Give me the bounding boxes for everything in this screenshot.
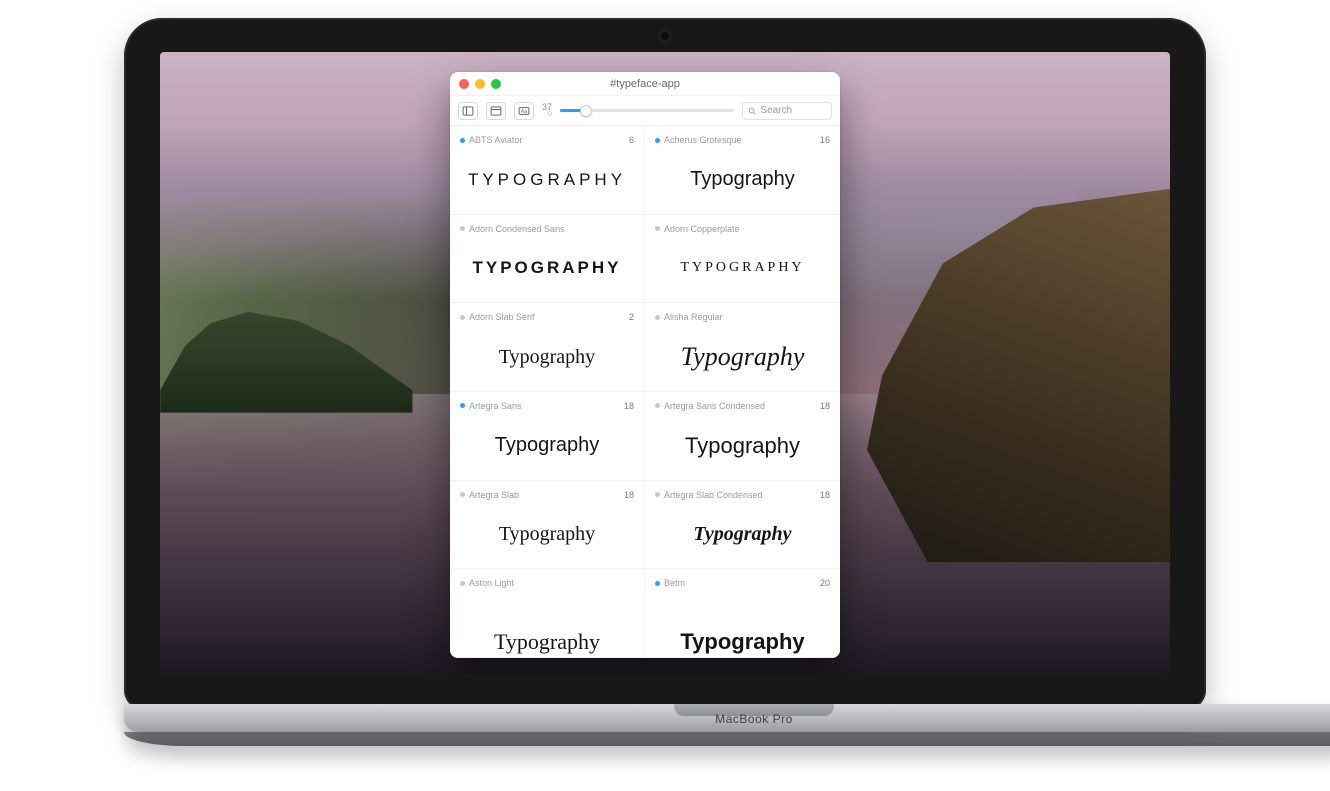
font-name-label: Adorn Copperplate (664, 224, 740, 234)
tag-dot (655, 492, 660, 497)
font-cell[interactable]: ABTS Aviator 6TYPOGRAPHY (450, 126, 645, 215)
laptop-hinge: MacBook Pro (124, 704, 1330, 732)
font-cell[interactable]: Adorn CopperplateTYPOGRAPHY (645, 215, 840, 304)
window-title: #typeface-app (450, 78, 840, 90)
desktop-wallpaper: #typeface-app Aa 37 (160, 52, 1170, 674)
tag-dot (655, 581, 660, 586)
font-preview: Typography (460, 323, 634, 391)
font-count-label: 6 (629, 135, 634, 145)
tag-dot (655, 315, 660, 320)
font-preview: Typography (655, 412, 830, 480)
font-preview: Typography (655, 501, 830, 569)
toolbar: Aa 37 0 (450, 96, 840, 126)
tag-dot (655, 403, 660, 408)
font-name-label: Artegra Sans Condensed (664, 401, 765, 411)
font-name-label: Alisha Regular (664, 312, 723, 322)
laptop-foot (124, 732, 1330, 746)
font-count-label: 18 (820, 490, 830, 500)
sidebar-toggle-button[interactable] (458, 102, 478, 120)
font-name-label: Artegra Slab Condensed (664, 490, 763, 500)
grid-view-button[interactable] (486, 102, 506, 120)
font-name-label: Adorn Slab Serif (469, 312, 535, 322)
size-value-label: 37 0 (542, 103, 552, 119)
tag-dot (655, 138, 660, 143)
tag-dot (655, 226, 660, 231)
camera-dot (661, 32, 669, 40)
font-cell[interactable]: Adorn Slab Serif 2Typography (450, 303, 645, 392)
font-grid: ABTS Aviator6TYPOGRAPHYAcherus Grotesque… (450, 126, 840, 658)
screen-bezel: #typeface-app Aa 37 (124, 18, 1206, 710)
font-count-label: 20 (820, 578, 830, 588)
font-count-label: 18 (624, 490, 634, 500)
font-cell[interactable]: Artegra Slab 18Typography (450, 481, 645, 570)
font-preview: Typography (655, 323, 830, 391)
font-cell[interactable]: Artegra Slab Condensed 18Typography (645, 481, 840, 570)
tag-dot (460, 403, 465, 408)
tag-dot (460, 581, 465, 586)
font-name-label: Artegra Slab (469, 490, 519, 500)
font-cell[interactable]: Artegra Sans Condensed 18Typography (645, 392, 840, 481)
device-brand-label: MacBook Pro (715, 712, 793, 726)
tag-dot (460, 138, 465, 143)
font-preview: Typography (460, 589, 634, 657)
font-preview: Typography (460, 501, 634, 569)
preview-mode-button[interactable]: Aa (514, 102, 534, 120)
font-preview: Typography (655, 146, 830, 214)
font-name-label: Adorn Condensed Sans (469, 224, 565, 234)
font-preview: TYPOGRAPHY (460, 235, 634, 303)
font-cell[interactable]: Artegra Sans 18Typography (450, 392, 645, 481)
font-count-label: 18 (624, 401, 634, 411)
font-preview: TYPOGRAPHY (655, 235, 830, 303)
search-icon (748, 106, 756, 116)
slider-thumb[interactable] (580, 105, 592, 117)
font-name-label: ABTS Aviator (469, 135, 522, 145)
font-name-label: Aston Light (469, 578, 514, 588)
search-input[interactable] (760, 105, 826, 116)
font-count-label: 18 (820, 401, 830, 411)
font-preview: Typography (460, 412, 634, 480)
font-cell[interactable]: Acherus Grotesque 16Typography (645, 126, 840, 215)
search-field[interactable] (742, 102, 832, 120)
font-preview: Typography (655, 589, 830, 657)
font-cell[interactable]: Adorn Condensed SansTYPOGRAPHY (450, 215, 645, 304)
laptop-frame: #typeface-app Aa 37 (124, 18, 1206, 746)
font-name-label: Acherus Grotesque (664, 135, 742, 145)
font-preview: TYPOGRAPHY (460, 146, 634, 214)
font-cell[interactable]: Aston LightTypography (450, 569, 645, 658)
font-name-label: Artegra Sans (469, 401, 522, 411)
tag-dot (460, 226, 465, 231)
font-count-label: 16 (820, 135, 830, 145)
titlebar[interactable]: #typeface-app (450, 72, 840, 96)
app-window: #typeface-app Aa 37 (450, 72, 840, 658)
font-count-label: 2 (629, 312, 634, 322)
size-slider[interactable] (560, 104, 734, 118)
font-name-label: Betm (664, 578, 685, 588)
font-cell[interactable]: Betm 20Typography (645, 569, 840, 658)
tag-dot (460, 315, 465, 320)
svg-text:Aa: Aa (521, 108, 528, 114)
tag-dot (460, 492, 465, 497)
font-cell[interactable]: Alisha RegularTypography (645, 303, 840, 392)
